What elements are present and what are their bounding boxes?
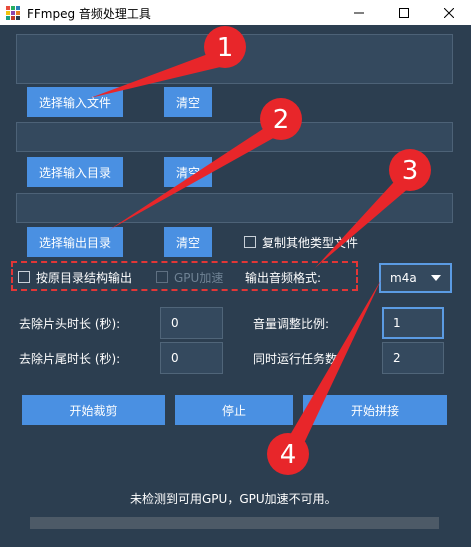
input-files-list[interactable] xyxy=(16,34,453,84)
input-dir-field[interactable] xyxy=(16,122,453,152)
output-dir-field[interactable] xyxy=(16,193,453,223)
keep-dir-structure-checkbox[interactable] xyxy=(18,271,30,283)
minimize-icon xyxy=(353,12,364,13)
copy-other-types-label: 复制其他类型文件 xyxy=(262,236,359,250)
maximize-icon xyxy=(398,7,409,18)
close-icon xyxy=(443,7,454,18)
start-concat-button[interactable]: 开始拼接 xyxy=(303,395,447,425)
keep-dir-structure-label: 按原目录结构输出 xyxy=(36,271,133,285)
output-format-label: 输出音频格式: xyxy=(245,271,322,285)
select-output-dir-button[interactable]: 选择输出目录 xyxy=(27,227,123,257)
select-input-files-button[interactable]: 选择输入文件 xyxy=(27,87,123,117)
volume-label: 音量调整比例: xyxy=(253,317,330,331)
title-bar: FFmpeg 音频处理工具 xyxy=(0,0,471,25)
close-button[interactable] xyxy=(426,0,471,25)
chevron-down-icon xyxy=(431,275,441,281)
concurrency-label: 同时运行任务数 xyxy=(253,352,338,366)
concurrency-input[interactable]: 2 xyxy=(382,342,444,374)
select-input-dir-button[interactable]: 选择输入目录 xyxy=(27,157,123,187)
trim-tail-label: 去除片尾时长 (秒): xyxy=(19,352,121,366)
trim-head-input[interactable]: 0 xyxy=(160,307,223,339)
annotation-circle-4 xyxy=(267,433,309,475)
maximize-button[interactable] xyxy=(381,0,426,25)
app-logo-icon xyxy=(6,6,20,20)
status-message: 未检测到可用GPU，GPU加速不可用。 xyxy=(130,492,337,506)
gpu-accel-checkbox[interactable] xyxy=(156,271,168,283)
annotation-circle-3 xyxy=(389,149,431,191)
clear-input-dir-button[interactable]: 清空 xyxy=(164,157,212,187)
window-title: FFmpeg 音频处理工具 xyxy=(27,7,151,21)
volume-input[interactable]: 1 xyxy=(382,307,444,339)
annotation-label-3: 3 xyxy=(402,156,419,186)
copy-other-types-checkbox[interactable] xyxy=(244,236,256,248)
progress-bar xyxy=(30,517,439,529)
output-format-select[interactable]: m4a xyxy=(379,263,452,293)
annotation-label-4: 4 xyxy=(280,440,297,470)
output-format-value: m4a xyxy=(390,271,417,285)
clear-output-dir-button[interactable]: 清空 xyxy=(164,227,212,257)
trim-tail-input[interactable]: 0 xyxy=(160,342,223,374)
stop-button[interactable]: 停止 xyxy=(175,395,293,425)
start-trim-button[interactable]: 开始裁剪 xyxy=(22,395,165,425)
annotation-arrow-4 xyxy=(280,280,381,456)
minimize-button[interactable] xyxy=(336,0,381,25)
trim-head-label: 去除片头时长 (秒): xyxy=(19,317,121,331)
gpu-accel-label: GPU加速 xyxy=(174,271,224,285)
clear-input-files-button[interactable]: 清空 xyxy=(164,87,212,117)
